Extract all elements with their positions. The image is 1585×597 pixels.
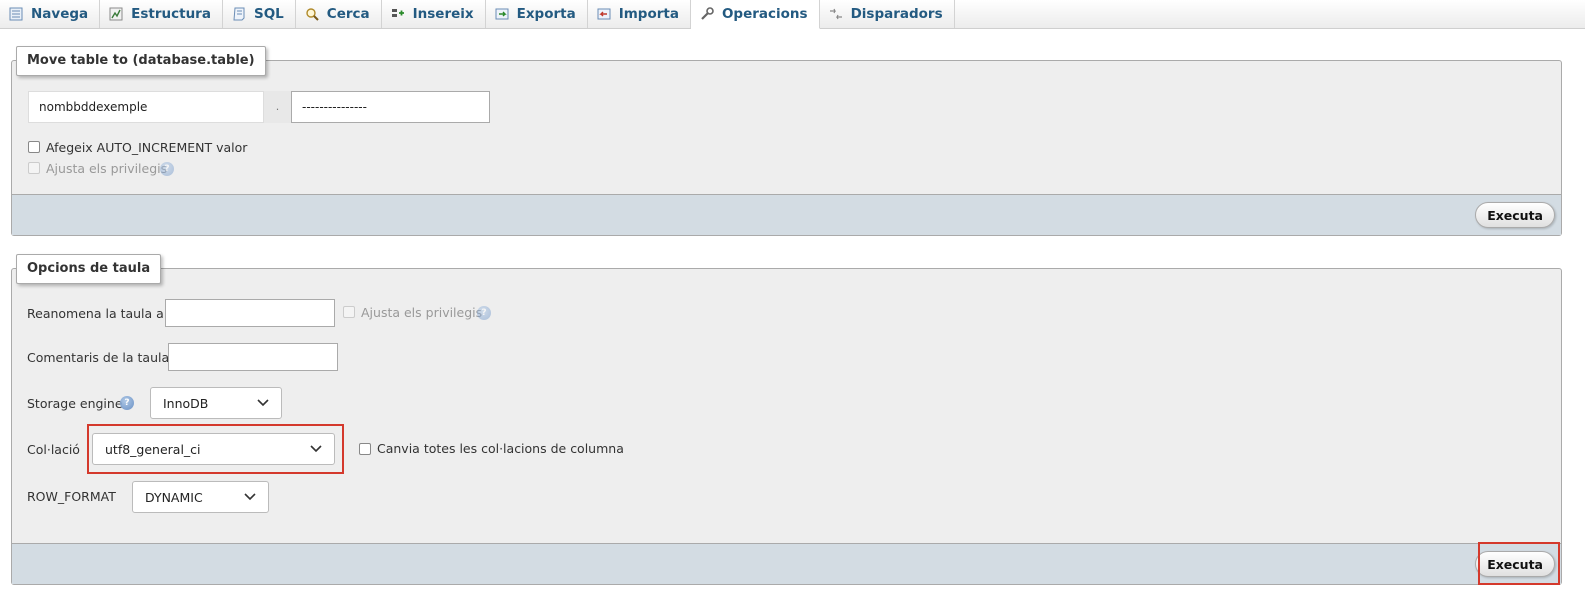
adjust-privileges-label: Ajusta els privilegis	[46, 161, 168, 176]
tab-cerca[interactable]: Cerca	[296, 0, 382, 28]
tab-navega[interactable]: Navega	[0, 0, 101, 28]
move-table-fieldset: Move table to (database.table) . Afegeix…	[11, 46, 1562, 236]
sql-icon	[231, 7, 247, 21]
storage-engine-label: Storage engine	[27, 396, 123, 411]
help-icon[interactable]: ?	[160, 162, 174, 176]
chevron-down-icon	[310, 445, 322, 453]
collation-value: utf8_general_ci	[105, 441, 201, 457]
change-all-collations-checkbox[interactable]	[359, 443, 371, 455]
search-icon	[304, 7, 320, 21]
row-format-value: DYNAMIC	[145, 489, 203, 505]
structure-icon	[108, 7, 124, 21]
tab-bar: Navega Estructura SQL Cerca Insereix Exp…	[0, 0, 1585, 29]
import-icon	[596, 7, 612, 21]
table-comments-label: Comentaris de la taula	[27, 350, 170, 365]
table-comments-input[interactable]	[168, 343, 338, 371]
tab-label: Importa	[618, 6, 679, 22]
tab-estructura[interactable]: Estructura	[100, 0, 223, 28]
tab-importa[interactable]: Importa	[588, 0, 691, 28]
tab-disparadors[interactable]: Disparadors	[820, 0, 955, 28]
storage-engine-value: InnoDB	[163, 395, 209, 411]
browse-icon	[8, 7, 24, 21]
table-options-legend: Opcions de taula	[16, 254, 162, 284]
move-table-footer: Executa	[12, 194, 1561, 235]
tab-label: Exporta	[516, 6, 576, 22]
help-icon[interactable]: ?	[477, 306, 491, 320]
export-icon	[494, 7, 510, 21]
name-separator: .	[264, 91, 291, 123]
auto-increment-checkbox[interactable]	[28, 141, 40, 153]
target-database-input[interactable]	[28, 91, 264, 123]
rename-adjust-privileges-checkbox[interactable]	[343, 306, 355, 318]
tab-label: Insereix	[412, 6, 474, 22]
chevron-down-icon	[257, 399, 269, 407]
tab-label: Cerca	[326, 6, 370, 22]
tab-label: SQL	[253, 6, 284, 22]
collation-label: Col·lació	[27, 442, 80, 457]
adjust-privileges-checkbox[interactable]	[28, 162, 40, 174]
wrench-icon	[699, 7, 715, 21]
collation-select[interactable]: utf8_general_ci	[92, 433, 335, 465]
storage-engine-select[interactable]: InnoDB	[150, 387, 282, 419]
triggers-icon	[828, 7, 844, 21]
tab-exporta[interactable]: Exporta	[486, 0, 588, 28]
rename-table-label: Reanomena la taula a	[27, 306, 164, 321]
tab-label: Estructura	[131, 6, 211, 22]
auto-increment-label: Afegeix AUTO_INCREMENT valor	[46, 140, 248, 155]
rename-adjust-privileges-label: Ajusta els privilegis	[361, 305, 483, 320]
table-options-fieldset: Opcions de taula Reanomena la taula a Aj…	[11, 254, 1562, 585]
insert-icon	[390, 7, 406, 21]
move-table-legend: Move table to (database.table)	[16, 46, 266, 76]
target-table-input[interactable]	[291, 91, 490, 123]
chevron-down-icon	[244, 493, 256, 501]
tab-label: Disparadors	[850, 6, 943, 22]
change-all-collations-label: Canvia totes les col·lacions de columna	[377, 441, 624, 456]
tab-label: Navega	[31, 6, 89, 22]
help-icon[interactable]: ?	[120, 396, 134, 410]
tab-sql[interactable]: SQL	[223, 0, 296, 28]
table-options-execute-button[interactable]: Executa	[1475, 551, 1555, 577]
tab-label: Operacions	[721, 6, 808, 22]
rename-table-input[interactable]	[165, 299, 335, 327]
tab-insereix[interactable]: Insereix	[382, 0, 486, 28]
move-table-execute-button[interactable]: Executa	[1475, 202, 1555, 228]
tab-operacions[interactable]: Operacions	[690, 0, 820, 29]
row-format-select[interactable]: DYNAMIC	[132, 481, 269, 513]
row-format-label: ROW_FORMAT	[27, 489, 116, 504]
table-options-footer: Executa	[12, 543, 1561, 584]
